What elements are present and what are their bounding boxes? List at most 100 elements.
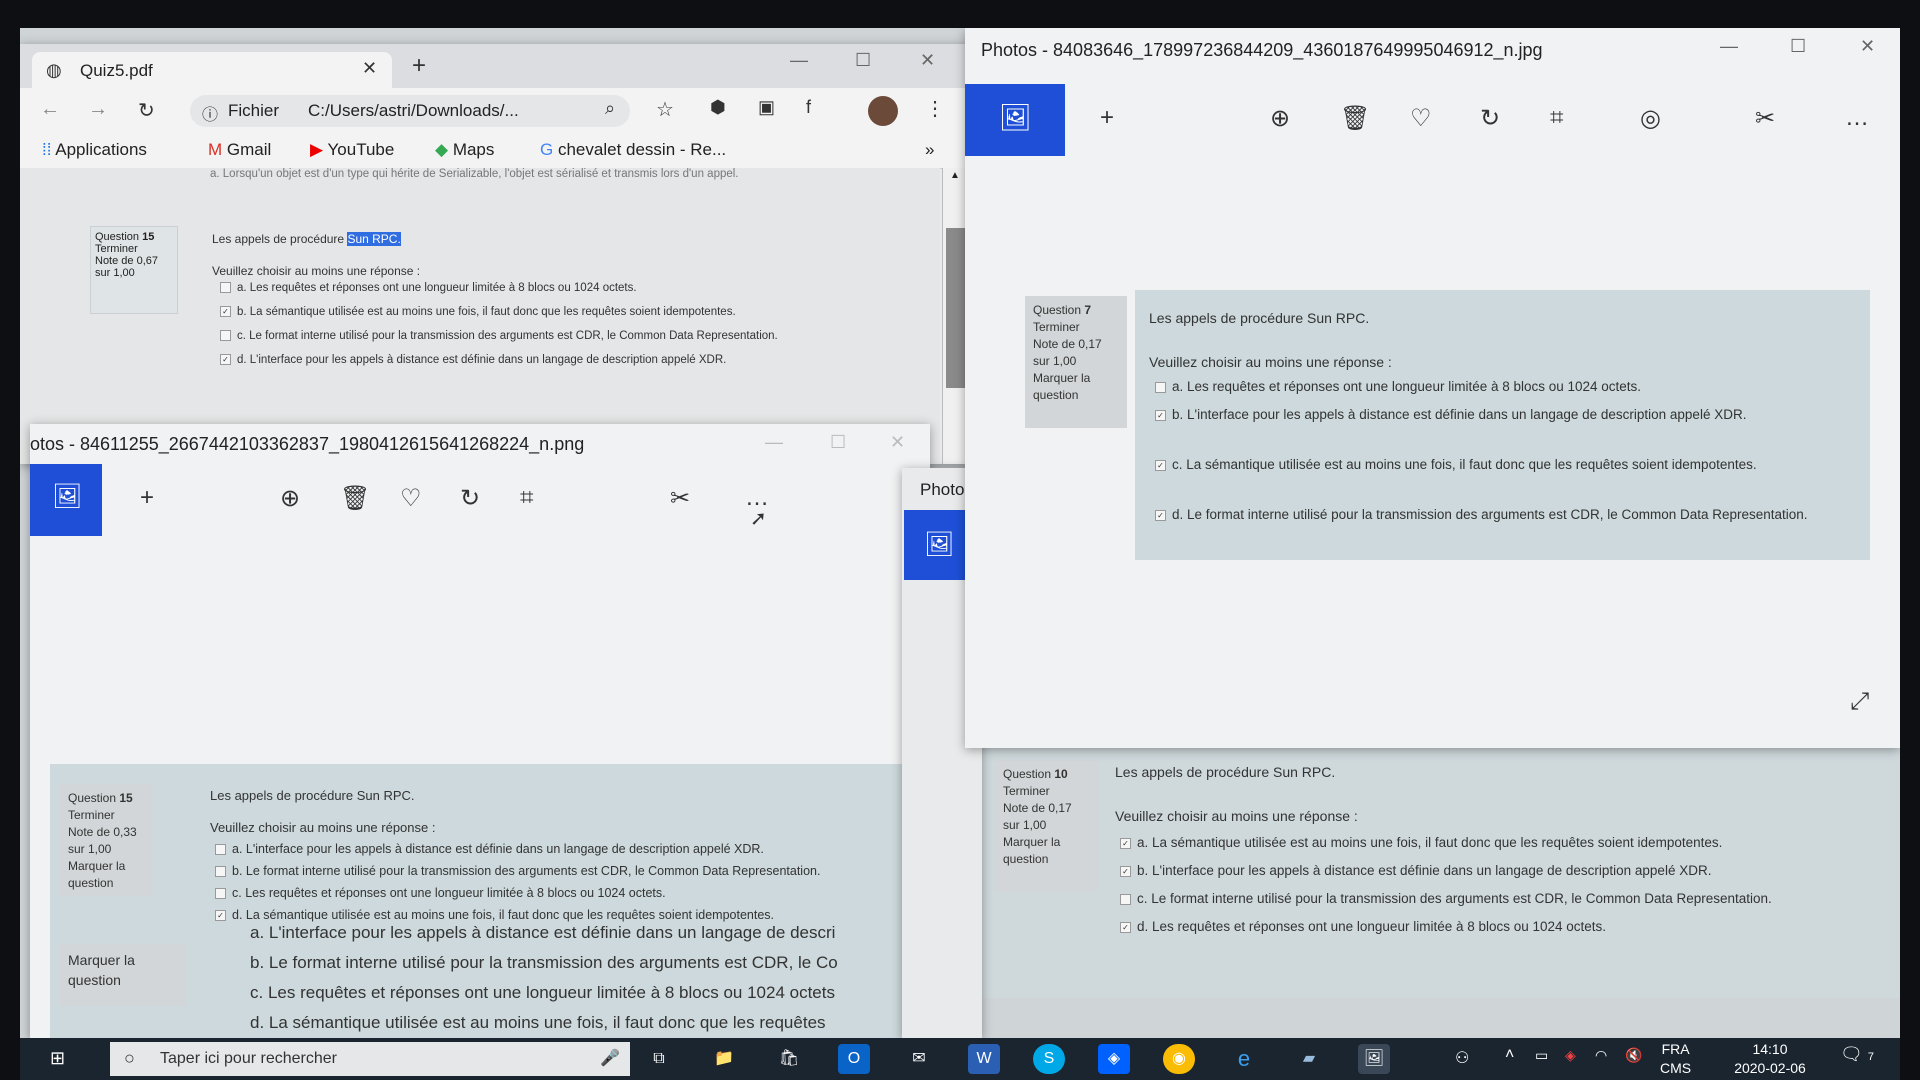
answer-option-b[interactable]: ✓ b. L'interface pour les appels à distan…: [1120, 862, 1711, 880]
answer-option-c[interactable]: ✓ c. La sémantique utilisée est au moins …: [1155, 456, 1845, 474]
minimize-icon[interactable]: —: [790, 50, 808, 71]
answer-option-d[interactable]: ✓ d. Les requêtes et réponses ont une lon…: [1120, 918, 1606, 936]
maximize-icon[interactable]: ☐: [830, 432, 846, 453]
answer-option-d[interactable]: ✓ d. Le format interne utilisé pour la tr…: [1155, 506, 1845, 524]
notification-count: 7: [1867, 1051, 1874, 1063]
edit-icon[interactable]: ✂: [670, 484, 690, 513]
gmail-icon: M: [208, 140, 223, 159]
pdf-option-c: c. Le format interne utilisé pour la tra…: [220, 330, 778, 342]
forward-icon[interactable]: →: [88, 98, 108, 121]
image-icon: 🖼: [52, 483, 83, 510]
zoom-in-icon[interactable]: ⊕: [280, 484, 300, 513]
heart-icon[interactable]: ♡: [400, 484, 422, 513]
outlook-icon[interactable]: O: [838, 1044, 870, 1074]
bookmark-gmail[interactable]: M Gmail: [208, 140, 271, 160]
answer-option-b[interactable]: b. Le format interne utilisé pour la tra…: [215, 862, 820, 880]
close-icon[interactable]: ✕: [1860, 36, 1875, 57]
avatar[interactable]: [868, 96, 898, 126]
task-view-icon[interactable]: ⧉: [643, 1044, 675, 1074]
answer-option-c[interactable]: c. Le format interne utilisé pour la tra…: [1120, 890, 1772, 908]
store-icon[interactable]: 🛍: [773, 1044, 805, 1074]
question-info-q10: Question 10 Terminer Note de 0,17 sur 1,…: [995, 760, 1097, 892]
fullscreen-icon[interactable]: ⤢: [1850, 688, 1869, 716]
zoom-in-icon[interactable]: ⊕: [1270, 104, 1290, 133]
pdf-instruction: Veuillez choisir au moins une réponse :: [212, 264, 421, 278]
volume-muted-icon[interactable]: 🔇: [1625, 1047, 1642, 1064]
chevron-up-icon[interactable]: ˄: [1505, 1046, 1514, 1064]
bookmark-youtube[interactable]: ▶ YouTube: [310, 140, 394, 160]
answer-option-b[interactable]: ✓ b. L'interface pour les appels à distan…: [1155, 406, 1845, 424]
reload-icon[interactable]: ↻: [138, 98, 155, 123]
bookmark-maps[interactable]: ◆ Maps: [435, 140, 494, 160]
close-icon[interactable]: ✕: [920, 50, 935, 71]
close-tab-icon[interactable]: ✕: [362, 58, 377, 79]
close-icon[interactable]: ✕: [890, 432, 905, 453]
bookmark-applications[interactable]: ⁞⁞ Applications: [42, 140, 147, 160]
microphone-icon[interactable]: 🎤: [600, 1048, 620, 1068]
maximize-icon[interactable]: ☐: [1790, 36, 1806, 57]
photos-right-title: Photos - 84083646_178997236844209_436018…: [981, 40, 1543, 60]
minimize-icon[interactable]: —: [1720, 36, 1738, 57]
photos-view-button[interactable]: 🖼: [30, 464, 102, 536]
chrome-icon[interactable]: ◉: [1163, 1044, 1195, 1074]
clock[interactable]: 14:10 2020-02-06: [1725, 1040, 1815, 1078]
photos-mid-view-button[interactable]: 🖼: [904, 510, 974, 580]
answer-option-a[interactable]: ✓ a. La sémantique utilisée est au moins …: [1120, 834, 1722, 852]
address-bar[interactable]: ⓘ Fichier C:/Users/astri/Downloads/...: [190, 95, 630, 127]
skype-icon[interactable]: S: [1033, 1044, 1065, 1074]
globe-icon: ◍: [46, 60, 62, 80]
bookmark-chevalet[interactable]: G chevalet dessin - Re...: [540, 140, 726, 160]
dropbox-icon[interactable]: ◈: [1098, 1044, 1130, 1074]
facebook-icon[interactable]: f: [806, 97, 811, 118]
answer-option-a[interactable]: a. Les requêtes et réponses ont une long…: [1155, 378, 1845, 396]
scroll-up-icon[interactable]: ▲: [950, 170, 960, 181]
scroll-thumb[interactable]: [946, 228, 966, 388]
edit-icon[interactable]: ✂: [1755, 104, 1775, 133]
pdf-question-info: Question 15 Terminer Note de 0,67 sur 1,…: [90, 226, 178, 314]
notification-center[interactable]: 🗨 7: [1840, 1044, 1874, 1065]
pdf-top-line: a. Lorsqu'un objet est d'un type qui hér…: [210, 168, 739, 180]
mail-icon[interactable]: ✉: [903, 1044, 935, 1074]
dropbox-tray-icon[interactable]: ◈: [1565, 1047, 1576, 1064]
new-tab-icon[interactable]: +: [412, 52, 426, 80]
add-icon[interactable]: +: [1100, 104, 1114, 132]
windows-start-icon[interactable]: ⊞: [50, 1048, 65, 1069]
enhance-icon[interactable]: ◎: [1640, 104, 1661, 133]
wifi-icon[interactable]: ◠: [1595, 1047, 1607, 1064]
battery-icon[interactable]: ▭: [1535, 1047, 1548, 1064]
photos-taskbar-icon[interactable]: 🖼: [1358, 1044, 1390, 1074]
edge-icon[interactable]: e: [1228, 1044, 1260, 1074]
rotate-icon[interactable]: ↻: [460, 484, 480, 513]
photos-view-button[interactable]: 🖼: [965, 84, 1065, 156]
answer-option-c[interactable]: c. Les requêtes et réponses ont une long…: [215, 884, 666, 902]
answer-option-a[interactable]: a. L'interface pour les appels à distanc…: [215, 840, 764, 858]
menu-icon[interactable]: ⋮: [925, 96, 945, 121]
file-explorer-icon[interactable]: 📁: [708, 1044, 740, 1074]
taskbar-search[interactable]: ○ Taper ici pour rechercher 🎤: [110, 1042, 630, 1076]
back-icon[interactable]: ←: [40, 98, 60, 121]
rotate-icon[interactable]: ↻: [1480, 104, 1500, 133]
shield-icon[interactable]: ⬢: [710, 97, 726, 118]
tab-quiz5[interactable]: ◍ Quiz5.pdf ✕: [32, 52, 392, 88]
delete-icon[interactable]: 🗑: [1340, 104, 1370, 133]
answer-option-d[interactable]: ✓ d. La sémantique utilisée est au moins …: [215, 906, 774, 924]
heart-icon[interactable]: ♡: [1410, 104, 1432, 133]
more-icon[interactable]: …: [1845, 104, 1869, 132]
app-icon[interactable]: ▰: [1293, 1044, 1325, 1074]
add-icon[interactable]: +: [140, 484, 154, 512]
language-indicator[interactable]: FRA CMS: [1660, 1040, 1691, 1078]
people-icon[interactable]: ⚇: [1455, 1048, 1469, 1068]
image-icon: 🖼: [924, 531, 955, 558]
crop-icon[interactable]: ⌗: [520, 484, 534, 512]
photos-left-title: otos - 84611255_2667442103362837_1980412…: [30, 434, 585, 454]
delete-icon[interactable]: 🗑: [340, 484, 370, 513]
star-icon[interactable]: ☆: [656, 97, 674, 122]
maximize-icon[interactable]: ☐: [855, 50, 871, 71]
minimize-icon[interactable]: —: [765, 432, 783, 453]
bookmarks-more[interactable]: »: [925, 140, 934, 160]
crop-icon[interactable]: ⌗: [1550, 104, 1564, 132]
word-icon[interactable]: W: [968, 1044, 1000, 1074]
pdf-extension-icon[interactable]: ▣: [758, 97, 775, 118]
taskbar: ⊞ ○ Taper ici pour rechercher 🎤 ⧉ 📁 🛍 O …: [20, 1038, 1900, 1080]
zoom-icon[interactable]: ⌕: [605, 98, 615, 119]
